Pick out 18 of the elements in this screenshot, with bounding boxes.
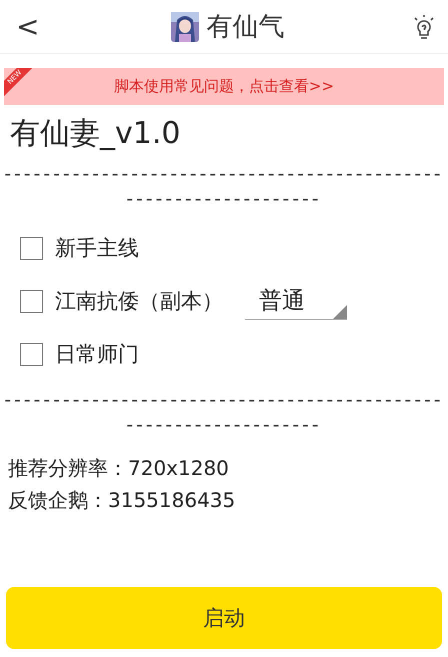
dropdown-corner-icon [333, 305, 347, 319]
lightbulb-icon[interactable] [412, 14, 436, 40]
option-label: 新手主线 [55, 235, 139, 262]
checkbox[interactable] [20, 236, 43, 260]
option-label: 日常师门 [55, 341, 139, 368]
checkbox[interactable] [20, 342, 43, 366]
script-title: 有仙妻_v1.0 [9, 115, 182, 153]
dashed-separator: ----------------------------------------------------------------- [3, 162, 445, 212]
banner-text: 脚本使用常见问题，点击查看>> [114, 77, 334, 96]
app-title: 有仙气 [206, 11, 285, 44]
dashed-separator: ----------------------------------------------------------------- [3, 388, 445, 438]
difficulty-dropdown[interactable]: 普通 [245, 282, 347, 320]
info-text: 反馈企鹅：3155186435 [7, 487, 236, 514]
option-label: 江南抗倭（副本） [55, 288, 223, 315]
info-text: 推荐分辨率：720x1280 [7, 455, 230, 482]
start-button[interactable]: 启动 [6, 587, 442, 649]
checkbox[interactable] [20, 290, 43, 312]
back-button[interactable]: < [12, 10, 44, 43]
